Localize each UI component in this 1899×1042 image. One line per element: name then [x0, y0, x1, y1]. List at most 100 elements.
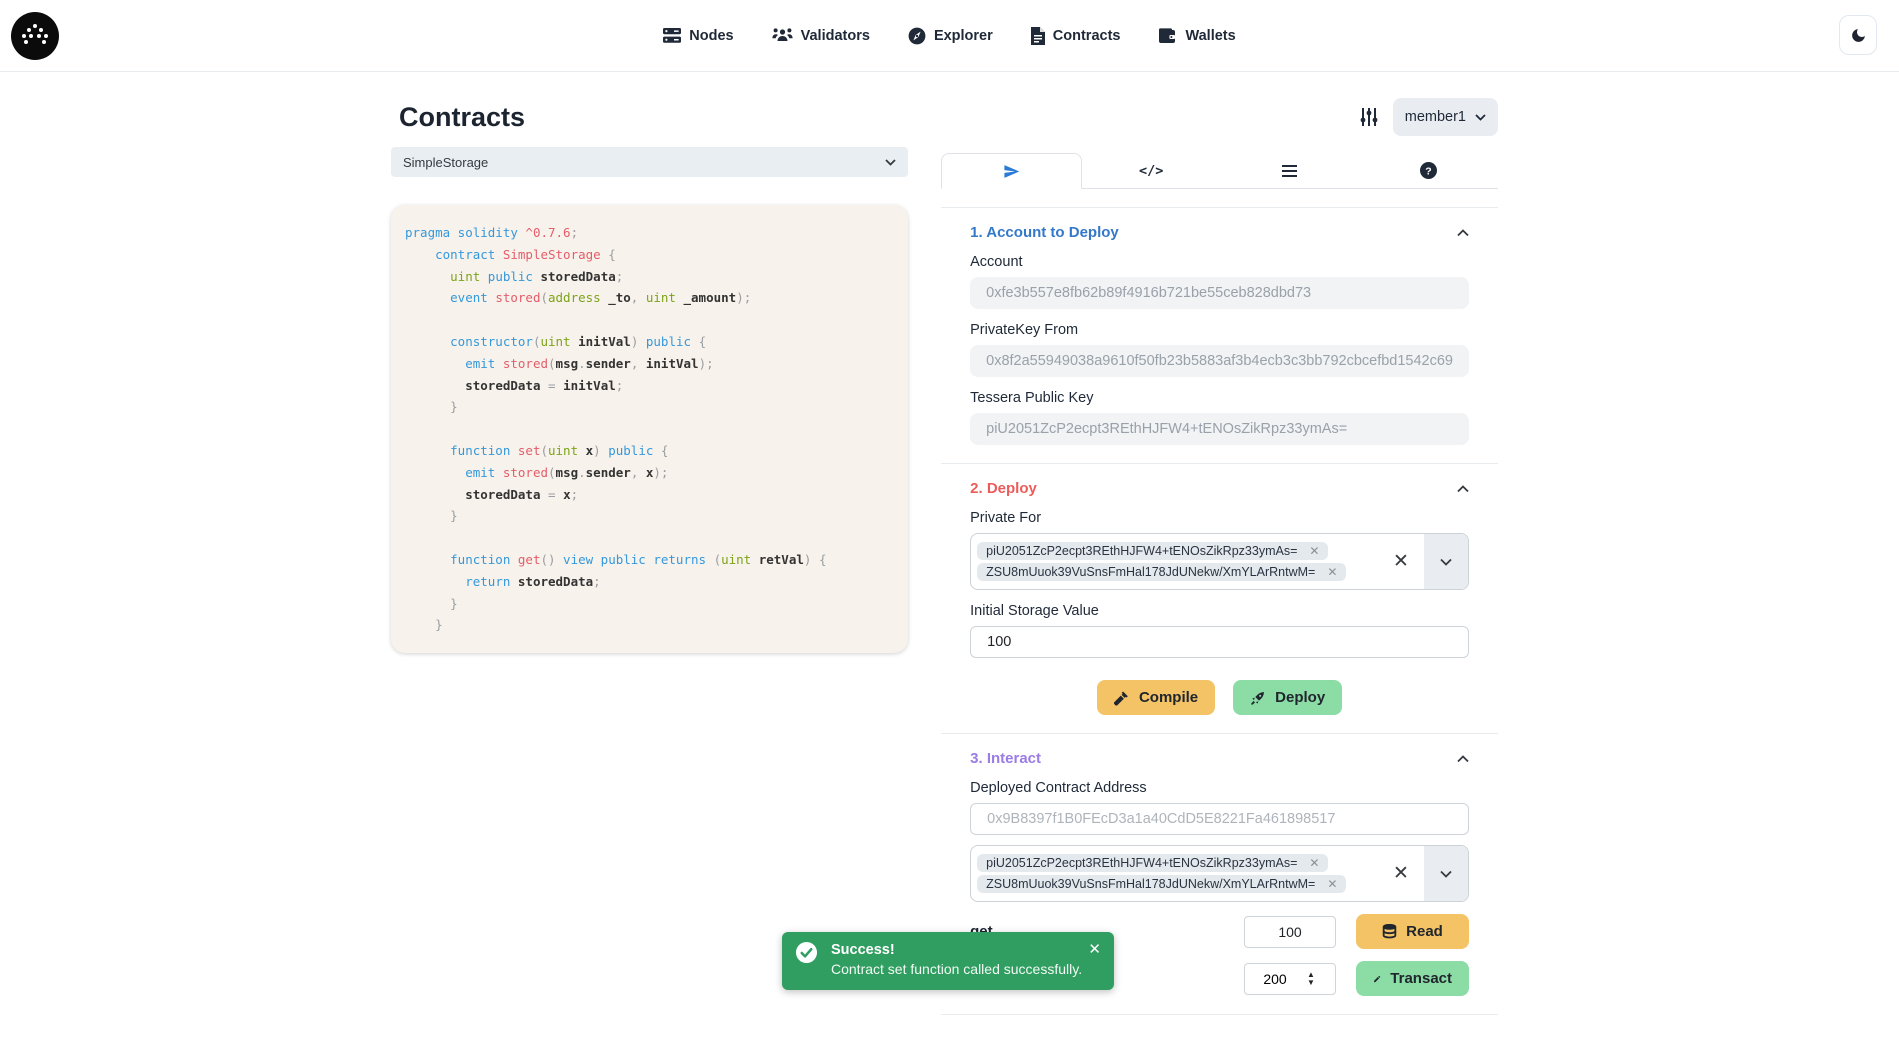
app-logo[interactable]	[11, 12, 59, 60]
moon-icon	[1850, 27, 1867, 44]
compile-button[interactable]: Compile	[1097, 680, 1215, 715]
section-account-to-deploy: 1. Account to Deploy Account 0xfe3b557e8…	[941, 224, 1498, 445]
nodes-icon	[663, 27, 681, 44]
solidity-code: pragma solidity ^0.7.6; contract SimpleS…	[405, 222, 894, 636]
deploy-button[interactable]: Deploy	[1233, 680, 1342, 715]
initial-storage-value-input[interactable]	[970, 626, 1469, 658]
account-input: 0xfe3b557e8fb62b89f4916b721be55ceb828dbd…	[970, 277, 1469, 309]
member-select-value: member1	[1405, 109, 1466, 125]
tessera-public-key-input: piU2051ZcP2ecpt3REthHJFW4+tENOsZikRpz33y…	[970, 413, 1469, 445]
solidity-code-block: pragma solidity ^0.7.6; contract SimpleS…	[391, 205, 908, 653]
set-value-input[interactable]	[1245, 971, 1305, 987]
validators-icon	[772, 27, 793, 44]
nav-item-nodes[interactable]: Nodes	[663, 27, 733, 44]
collapse-chevron-icon[interactable]	[1457, 229, 1469, 237]
collapse-chevron-icon[interactable]	[1457, 755, 1469, 763]
hammer-icon	[1114, 690, 1130, 706]
multiselect-chevron[interactable]	[1424, 534, 1468, 589]
divider	[941, 1014, 1498, 1015]
privatekey-from-input: 0x8f2a55949038a9610f50fb23b5883af3b4ecb3…	[970, 345, 1469, 377]
interact-private-for-multiselect[interactable]: piU2051ZcP2ecpt3REthHJFW4+tENOsZikRpz33y…	[970, 845, 1469, 902]
contracts-icon	[1031, 27, 1045, 45]
field-label: Account	[970, 254, 1469, 270]
divider	[941, 207, 1498, 208]
toast-title: Success!	[831, 942, 1082, 958]
help-icon: ?	[1420, 162, 1437, 179]
clear-all-icon[interactable]: ✕	[1378, 846, 1424, 901]
nav-label: Explorer	[934, 28, 993, 44]
divider	[941, 463, 1498, 464]
private-for-tag: ZSU8mUuok39VuSnsFmHal178JdUNekw/XmYLArRn…	[977, 875, 1346, 893]
private-for-tag: piU2051ZcP2ecpt3REthHJFW4+tENOsZikRpz33y…	[977, 542, 1328, 560]
section-deploy: 2. Deploy Private For piU2051ZcP2ecpt3RE…	[941, 480, 1498, 715]
nav-label: Validators	[801, 28, 870, 44]
tab-deploy[interactable]	[941, 153, 1082, 189]
pencil-icon	[1373, 972, 1381, 986]
chevron-down-icon	[1440, 870, 1452, 878]
chevron-down-icon	[885, 159, 896, 166]
private-for-tag: piU2051ZcP2ecpt3REthHJFW4+tENOsZikRpz33y…	[977, 854, 1328, 872]
nav-menu: Nodes Validators Explorer	[663, 27, 1235, 45]
nav-item-contracts[interactable]: Contracts	[1031, 27, 1121, 45]
read-label: Read	[1406, 923, 1443, 940]
settings-sliders-icon[interactable]	[1359, 107, 1379, 127]
code-icon: </>	[1139, 163, 1163, 179]
svg-text:?: ?	[1425, 165, 1431, 177]
contract-actions-panel: </> ?	[941, 147, 1498, 1015]
section-heading: 3. Interact	[970, 750, 1041, 767]
nav-item-wallets[interactable]: Wallets	[1158, 28, 1235, 44]
rocket-icon	[1250, 690, 1266, 706]
set-value-stepper[interactable]: ▲▼	[1244, 963, 1336, 995]
nav-label: Contracts	[1053, 28, 1121, 44]
success-toast: Success! Contract set function called su…	[782, 932, 1114, 990]
collapse-chevron-icon[interactable]	[1457, 485, 1469, 493]
page-content: Contracts member1 SimpleStorage	[391, 96, 1498, 1015]
chevron-down-icon	[1440, 558, 1452, 566]
remove-tag-icon[interactable]: ✕	[1327, 565, 1337, 579]
database-icon	[1382, 924, 1397, 939]
top-navbar: Nodes Validators Explorer	[0, 0, 1899, 72]
transact-button[interactable]: Transact	[1356, 961, 1469, 996]
compile-label: Compile	[1139, 689, 1198, 706]
member-select[interactable]: member1	[1393, 98, 1498, 136]
toast-message: Contract set function called successfull…	[831, 961, 1082, 977]
contract-source-column: SimpleStorage pragma solidity ^0.7.6; co…	[391, 147, 908, 1015]
field-label: Private For	[970, 510, 1469, 526]
section-heading: 1. Account to Deploy	[970, 224, 1119, 241]
divider	[941, 733, 1498, 734]
page-title: Contracts	[399, 102, 525, 133]
send-icon	[1003, 163, 1020, 180]
nav-item-explorer[interactable]: Explorer	[908, 27, 993, 45]
nav-item-validators[interactable]: Validators	[772, 27, 870, 44]
close-icon[interactable]: ✕	[1088, 940, 1101, 958]
field-label: Tessera Public Key	[970, 390, 1469, 406]
tab-help[interactable]: ?	[1359, 153, 1498, 188]
explorer-icon	[908, 27, 926, 45]
tab-logs[interactable]	[1221, 153, 1360, 188]
private-for-tag: ZSU8mUuok39VuSnsFmHal178JdUNekw/XmYLArRn…	[977, 563, 1346, 581]
read-button[interactable]: Read	[1356, 914, 1469, 949]
field-label: Initial Storage Value	[970, 603, 1469, 619]
theme-toggle-button[interactable]	[1839, 15, 1877, 55]
nav-label: Wallets	[1185, 28, 1235, 44]
contract-select[interactable]: SimpleStorage	[391, 147, 908, 177]
number-stepper-arrows[interactable]: ▲▼	[1307, 971, 1315, 987]
panel-tabs: </> ?	[941, 153, 1498, 189]
check-circle-icon	[795, 941, 818, 964]
contract-select-value: SimpleStorage	[403, 155, 488, 170]
chevron-down-icon	[1475, 114, 1486, 121]
tab-source-code[interactable]: </>	[1082, 153, 1221, 188]
remove-tag-icon[interactable]: ✕	[1327, 877, 1337, 891]
remove-tag-icon[interactable]: ✕	[1309, 856, 1319, 870]
deploy-label: Deploy	[1275, 689, 1325, 706]
get-result-input[interactable]	[1244, 916, 1336, 948]
private-for-multiselect[interactable]: piU2051ZcP2ecpt3REthHJFW4+tENOsZikRpz33y…	[970, 533, 1469, 590]
clear-all-icon[interactable]: ✕	[1378, 534, 1424, 589]
field-label: Deployed Contract Address	[970, 780, 1469, 796]
page-header: Contracts member1	[391, 96, 1498, 138]
remove-tag-icon[interactable]: ✕	[1309, 544, 1319, 558]
list-icon	[1282, 165, 1297, 177]
nav-label: Nodes	[689, 28, 733, 44]
deployed-contract-address-input[interactable]	[970, 803, 1469, 835]
multiselect-chevron[interactable]	[1424, 846, 1468, 901]
